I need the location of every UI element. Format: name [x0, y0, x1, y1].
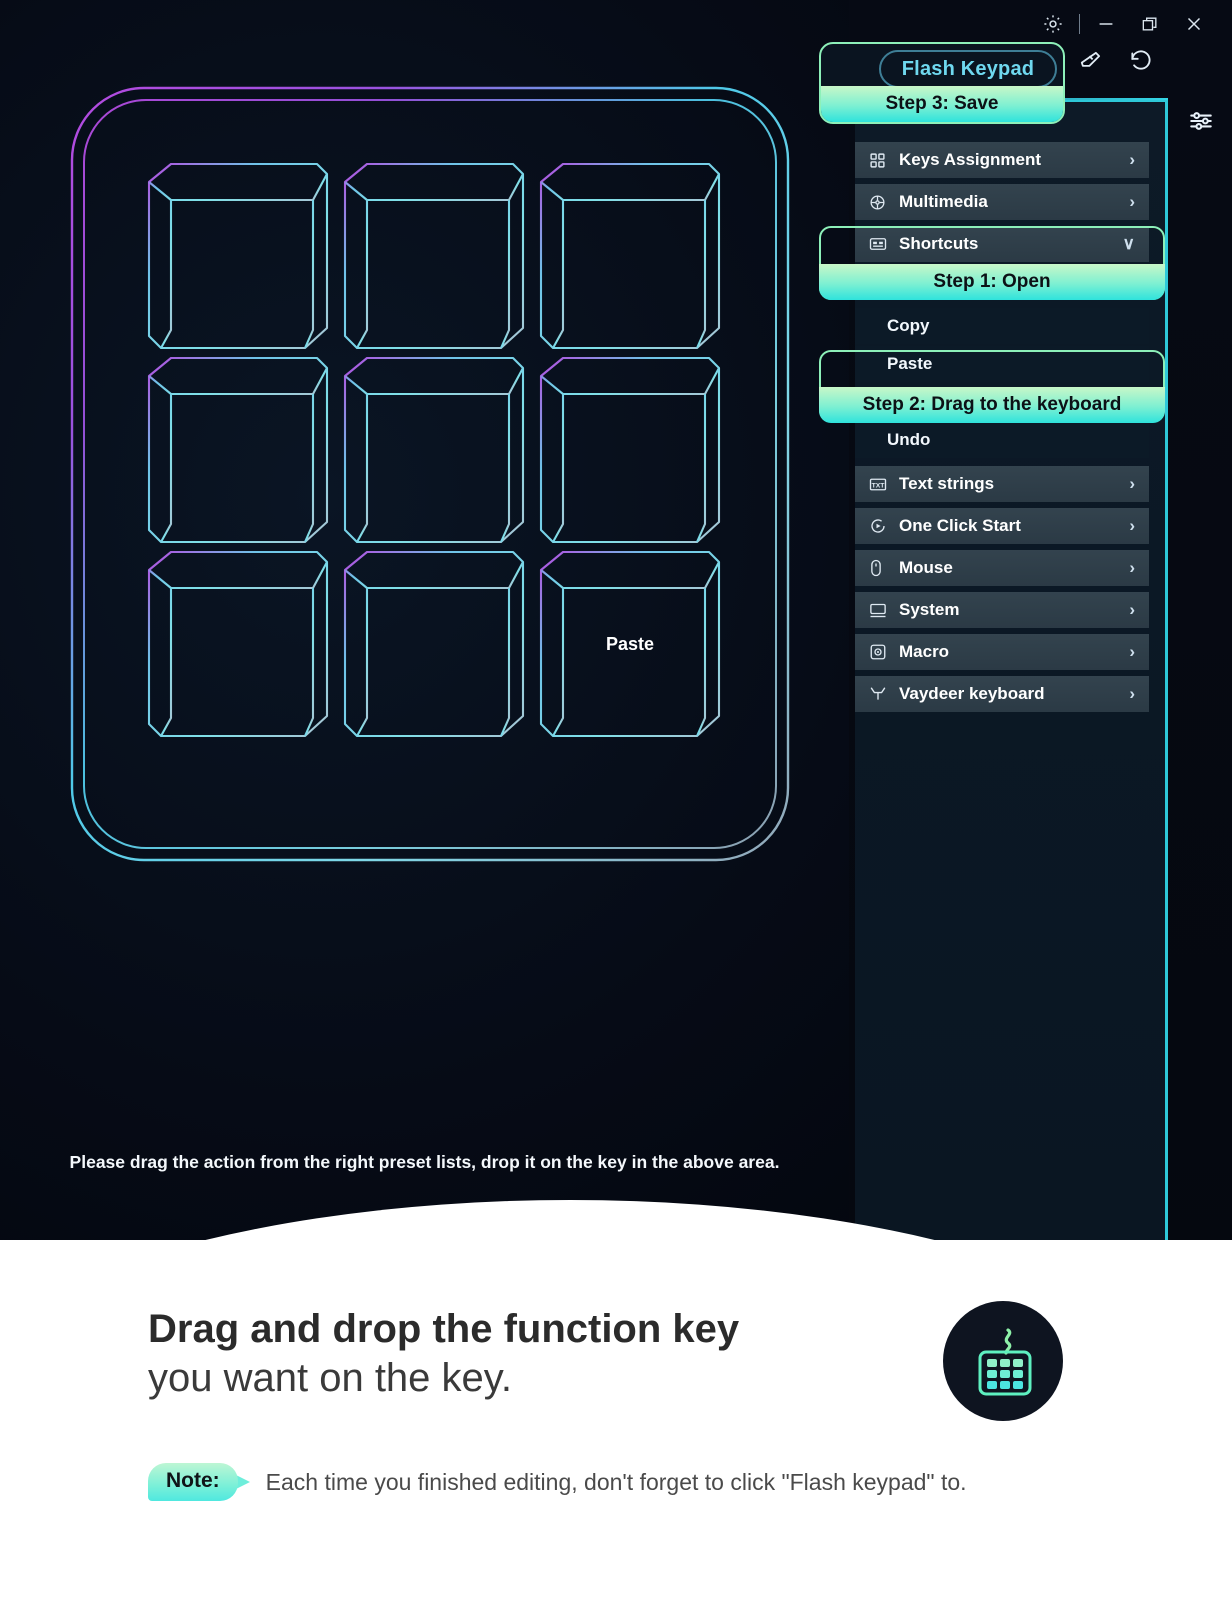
keyboard-layout-icon [869, 235, 895, 253]
drag-hint-text: Please drag the action from the right pr… [69, 1152, 780, 1172]
sub-item-paste[interactable]: Paste [855, 346, 1149, 382]
sub-item-undo[interactable]: Undo [855, 422, 1149, 458]
chevron-down-icon: ∨ [1122, 234, 1135, 253]
app-dark-area: Paste Please drag the action from the ri… [0, 0, 1232, 1290]
chevron-right-icon: › [1129, 474, 1135, 493]
mouse-icon [869, 559, 895, 577]
monitor-icon [869, 602, 895, 619]
close-icon[interactable] [1172, 6, 1216, 42]
note-text: Each time you finished editing, don't fo… [265, 1468, 967, 1495]
chevron-right-icon: › [1129, 684, 1135, 703]
menu-item-text-strings[interactable]: TXT Text strings › [855, 466, 1149, 502]
menu-label: One Click Start [899, 516, 1021, 535]
window-controls [1031, 6, 1216, 42]
menu-item-one-click-start[interactable]: One Click Start › [855, 508, 1149, 544]
maximize-icon[interactable] [1128, 6, 1172, 42]
reset-icon[interactable] [1128, 48, 1154, 79]
menu-item-macro[interactable]: Macro › [855, 634, 1149, 670]
chevron-right-icon: › [1129, 600, 1135, 619]
eraser-icon[interactable] [1078, 48, 1104, 79]
menu-label: Mouse [899, 558, 953, 577]
grid-icon [869, 152, 895, 169]
step1-banner: Step 1: Open [819, 264, 1165, 300]
key-label-paste[interactable]: Paste [533, 548, 727, 740]
control-divider [1079, 14, 1080, 34]
promo-headline-light: you want on the key. [148, 1355, 512, 1400]
screenshot-root: Paste Please drag the action from the ri… [0, 0, 1232, 1600]
edit-tool-icons [1078, 48, 1154, 79]
menu-label: Macro [899, 642, 950, 661]
keypad-icon [978, 1328, 1032, 1396]
chevron-right-icon: › [1129, 642, 1135, 661]
menu-label: System [899, 600, 960, 619]
vaydeer-logo-icon [869, 686, 895, 702]
menu-item-vaydeer-keyboard[interactable]: Vaydeer keyboard › [855, 676, 1149, 712]
menu-item-keys-assignment[interactable]: Keys Assignment › [855, 142, 1149, 178]
gear-icon[interactable] [1031, 6, 1075, 42]
keypad-badge [943, 1301, 1063, 1421]
menu-label: Multimedia [899, 192, 988, 211]
keypad-illustration: Paste [0, 0, 849, 1240]
flash-keypad-button[interactable]: Flash Keypad [879, 50, 1057, 88]
note-row: Note: Each time you finished editing, do… [148, 1463, 967, 1501]
sliders-icon[interactable] [1188, 108, 1214, 139]
chevron-right-icon: › [1129, 192, 1135, 211]
film-reel-icon [869, 194, 895, 211]
macro-icon [869, 643, 895, 661]
note-badge: Note: [148, 1463, 238, 1501]
preset-menu: Keys Assignment › Multimedia › Shortcuts… [855, 142, 1149, 718]
step2-banner: Step 2: Drag to the keyboard [819, 387, 1165, 423]
menu-label: Shortcuts [899, 234, 979, 253]
menu-item-multimedia[interactable]: Multimedia › [855, 184, 1149, 220]
minimize-icon[interactable] [1084, 6, 1128, 42]
flash-keypad-highlight: Flash Keypad Step 3: Save [819, 42, 1065, 124]
menu-label: Vaydeer keyboard [899, 684, 1045, 703]
play-circle-icon [869, 517, 895, 535]
note-arrow-icon [235, 1475, 250, 1489]
chevron-right-icon: › [1129, 558, 1135, 577]
promo-headline-bold: Drag and drop the function key [148, 1307, 740, 1351]
promo-headline: Drag and drop the function key you want … [148, 1305, 888, 1403]
menu-label: Text strings [899, 474, 995, 493]
chevron-right-icon: › [1129, 516, 1135, 535]
text-icon: TXT [869, 477, 895, 492]
svg-text:TXT: TXT [872, 482, 886, 489]
menu-item-mouse[interactable]: Mouse › [855, 550, 1149, 586]
sub-item-copy[interactable]: Copy [855, 308, 1149, 344]
menu-item-system[interactable]: System › [855, 592, 1149, 628]
chevron-right-icon: › [1129, 150, 1135, 169]
menu-label: Keys Assignment [899, 150, 1042, 169]
step3-banner: Step 3: Save [821, 86, 1063, 122]
menu-item-shortcuts[interactable]: Shortcuts ∨ [855, 226, 1149, 262]
